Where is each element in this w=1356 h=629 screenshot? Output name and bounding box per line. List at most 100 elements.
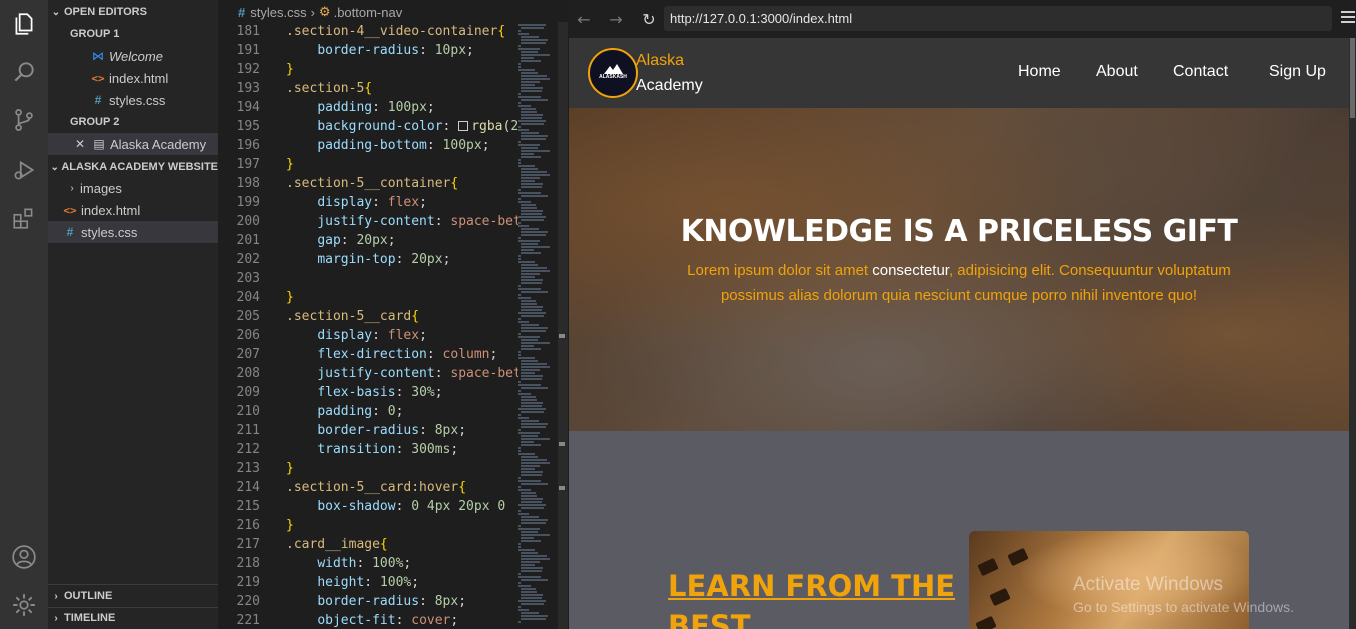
vscode-icon: ⋈ <box>92 49 104 63</box>
url-bar[interactable]: http://127.0.0.1:3000/index.html <box>664 6 1332 31</box>
site-logo[interactable]: ALASKASH <box>588 48 638 98</box>
tree-file-index-html[interactable]: <> index.html <box>48 199 218 221</box>
breadcrumb-symbol[interactable]: .bottom-nav <box>334 5 403 20</box>
source-control-icon[interactable] <box>10 106 38 134</box>
minimap-line <box>521 264 538 266</box>
outline-header[interactable]: › OUTLINE <box>48 585 218 607</box>
code-line[interactable]: 213} <box>218 459 518 478</box>
page-scrollbar[interactable] <box>1349 38 1356 629</box>
code-line[interactable]: 209 flex-basis: 30%; <box>218 383 518 402</box>
open-editor-styles-css[interactable]: # styles.css <box>48 89 218 111</box>
extensions-icon[interactable] <box>10 204 38 232</box>
code-line[interactable]: 215 box-shadow: 0 4px 20px 0 <box>218 497 518 516</box>
tree-file-styles-css[interactable]: # styles.css <box>48 221 218 243</box>
search-icon[interactable] <box>10 58 38 86</box>
code-line[interactable]: 193 .section-5{ <box>218 79 518 98</box>
code-line[interactable]: 196 padding-bottom: 100px; <box>218 136 518 155</box>
minimap-line <box>518 237 521 239</box>
minimap-line <box>521 150 550 152</box>
nav-link-home[interactable]: Home <box>1018 63 1061 81</box>
nav-link-about[interactable]: About <box>1096 63 1138 81</box>
minimap-line <box>521 426 546 428</box>
nav-link-signup[interactable]: Sign Up <box>1269 63 1326 81</box>
editor-scrollbar[interactable] <box>558 22 568 629</box>
minimap-line <box>518 450 521 452</box>
minimap-line <box>521 567 543 569</box>
code-line[interactable]: 204} <box>218 288 518 307</box>
code-line[interactable]: 217 .card__image{ <box>218 535 518 554</box>
code-line[interactable]: 199 display: flex; <box>218 193 518 212</box>
timeline-header[interactable]: › TIMELINE <box>48 607 218 629</box>
minimap-line <box>521 279 543 281</box>
code-line[interactable]: 202 margin-top: 20px; <box>218 250 518 269</box>
code-line[interactable]: 214 .section-5__card:hover{ <box>218 478 518 497</box>
run-debug-icon[interactable] <box>10 156 38 184</box>
explorer-icon[interactable] <box>10 10 38 38</box>
code-line[interactable]: 221 object-fit: cover; <box>218 611 518 629</box>
code-line[interactable]: 195 background-color: rgba(2 <box>218 117 518 136</box>
code-line[interactable]: 210 padding: 0; <box>218 402 518 421</box>
code-line[interactable]: 198 .section-5__container{ <box>218 174 518 193</box>
code-line[interactable]: 201 gap: 20px; <box>218 231 518 250</box>
code-line[interactable]: 220 border-radius: 8px; <box>218 592 518 611</box>
code-line[interactable]: 219 height: 100%; <box>218 573 518 592</box>
brand-name-line2[interactable]: Academy <box>636 77 703 95</box>
back-arrow-icon[interactable]: ← <box>573 8 595 30</box>
code-line[interactable]: 208 justify-content: space-bet <box>218 364 518 383</box>
line-text: } <box>286 290 294 305</box>
code-line[interactable]: 181 .section-4__video-container{ <box>218 22 518 41</box>
reload-icon[interactable]: ↻ <box>638 8 660 30</box>
minimap-line <box>518 129 529 131</box>
open-editors-header[interactable]: ⌄ OPEN EDITORS <box>48 1 218 23</box>
settings-gear-icon[interactable] <box>10 591 38 619</box>
code-line[interactable]: 205 .section-5__card{ <box>218 307 518 326</box>
minimap[interactable] <box>516 22 558 629</box>
keyboard-key <box>989 587 1011 607</box>
code-line[interactable]: 200 justify-content: space-bet <box>218 212 518 231</box>
close-icon[interactable]: ✕ <box>72 137 88 151</box>
code-line[interactable]: 203 <box>218 269 518 288</box>
code-line[interactable]: 218 width: 100%; <box>218 554 518 573</box>
minimap-line <box>521 396 536 398</box>
code-line[interactable]: 211 border-radius: 8px; <box>218 421 518 440</box>
symbol-class-icon: ⚙ <box>318 4 331 19</box>
minimap-line <box>521 27 544 29</box>
minimap-line <box>521 561 540 563</box>
tree-folder-images[interactable]: › images <box>48 177 218 199</box>
nav-link-contact[interactable]: Contact <box>1173 63 1228 81</box>
forward-arrow-icon[interactable]: → <box>605 8 627 30</box>
code-line[interactable]: 191 border-radius: 10px; <box>218 41 518 60</box>
minimap-line <box>521 372 535 374</box>
minimap-line <box>518 285 521 287</box>
minimap-line <box>521 291 548 293</box>
code-area[interactable]: 181 .section-4__video-container{191 borde… <box>218 22 518 629</box>
workspace-header[interactable]: ⌄ ALASKA ACADEMY WEBSITE <box>48 156 218 178</box>
code-line[interactable]: 216} <box>218 516 518 535</box>
code-line[interactable]: 212 transition: 300ms; <box>218 440 518 459</box>
minimap-line <box>521 399 537 401</box>
open-editor-alaska-academy[interactable]: ✕ ▤ Alaska Academy <box>48 133 218 155</box>
minimap-line <box>521 306 543 308</box>
open-editor-welcome[interactable]: ⋈ Welcome <box>48 45 218 67</box>
line-text: } <box>286 62 294 77</box>
code-line[interactable]: 207 flex-direction: column; <box>218 345 518 364</box>
minimap-line <box>521 342 550 344</box>
code-line[interactable]: 197} <box>218 155 518 174</box>
hero-title: KNOWLEDGE IS A PRICELESS GIFT <box>680 214 1238 249</box>
code-line[interactable]: 194 padding: 100px; <box>218 98 518 117</box>
open-editor-index-html[interactable]: <> index.html <box>48 67 218 89</box>
minimap-line <box>521 456 538 458</box>
scrollbar-thumb[interactable] <box>1350 38 1355 118</box>
line-number: 220 <box>236 594 260 609</box>
account-icon[interactable] <box>10 543 38 571</box>
minimap-line <box>518 159 521 161</box>
hamburger-menu-icon[interactable] <box>1341 11 1355 25</box>
css-file-icon: # <box>238 4 246 20</box>
section-heading-link[interactable]: LEARN FROM THE BEST <box>668 566 968 629</box>
breadcrumb-file[interactable]: styles.css <box>250 5 306 20</box>
code-line[interactable]: 206 display: flex; <box>218 326 518 345</box>
minimap-line <box>521 186 542 188</box>
brand-name-line1[interactable]: Alaska <box>636 52 684 70</box>
code-line[interactable]: 192} <box>218 60 518 79</box>
scrollbar-marker <box>559 334 565 338</box>
